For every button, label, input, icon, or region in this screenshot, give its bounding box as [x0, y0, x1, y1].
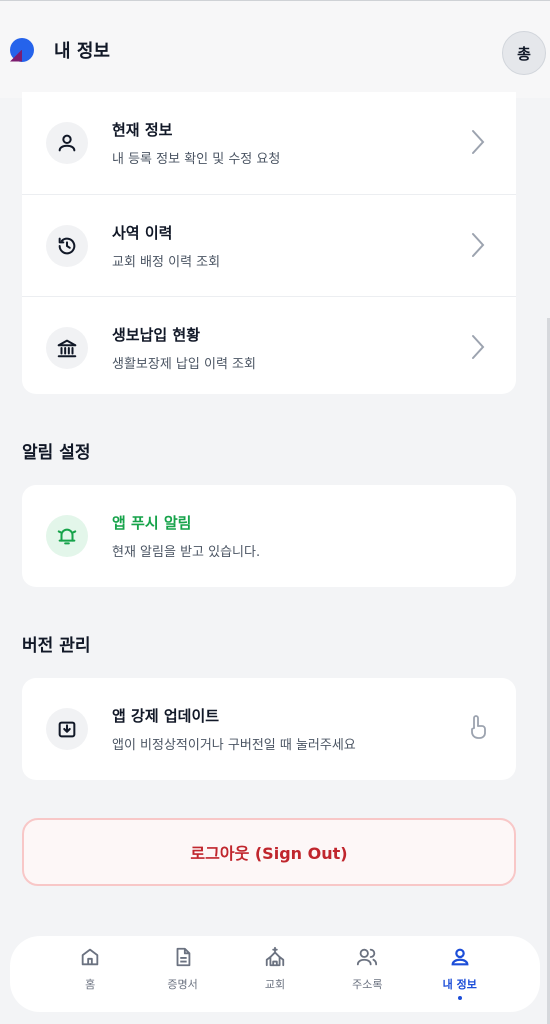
app-logo — [10, 37, 34, 62]
active-indicator-dot — [457, 996, 462, 1000]
nav-item-home[interactable]: 홈 — [58, 942, 122, 992]
section-title-version: 버전 관리 — [22, 636, 91, 656]
force-update-card[interactable]: 앱 강제 업데이트 앱이 비정상적이거나 구버전일 때 눌러주세요 — [22, 678, 516, 780]
home-icon — [79, 942, 101, 972]
account-menu-card: 현재 정보 내 등록 정보 확인 및 수정 요청 사역 이력 교회 배정 이력 … — [22, 92, 516, 394]
nav-item-contacts[interactable]: 주소록 — [335, 942, 399, 992]
nav-label: 내 정보 — [442, 978, 477, 991]
bank-icon — [46, 326, 88, 369]
chevron-right-icon — [472, 233, 485, 257]
menu-item-title: 사역 이력 — [112, 223, 173, 242]
push-notification-card[interactable]: 앱 푸시 알림 현재 알림을 받고 있습니다. — [22, 485, 516, 587]
menu-item-subtitle: 내 등록 정보 확인 및 수정 요청 — [112, 152, 281, 167]
church-icon — [264, 942, 286, 972]
contacts-icon — [355, 942, 379, 972]
tap-hand-icon — [471, 715, 486, 739]
chevron-right-icon — [472, 335, 485, 359]
page: 내 정보 총 현재 정보 내 등록 정보 확인 및 수정 요청 사역 이력 교회… — [0, 0, 550, 1024]
section-title-notifications: 알림 설정 — [22, 443, 91, 463]
menu-item-ministry-history[interactable]: 사역 이력 교회 배정 이력 조회 — [22, 194, 516, 296]
user-icon — [46, 122, 88, 164]
download-icon — [46, 708, 88, 750]
nav-label: 홈 — [85, 978, 96, 991]
menu-item-title: 생보납입 현황 — [112, 325, 201, 344]
nav-label: 주소록 — [352, 978, 383, 991]
push-notification-title: 앱 푸시 알림 — [112, 514, 192, 532]
menu-item-title: 현재 정보 — [112, 121, 173, 139]
force-update-subtitle: 앱이 비정상적이거나 구버전일 때 눌러주세요 — [112, 738, 356, 753]
user-icon — [449, 942, 471, 972]
avatar[interactable]: 총 — [502, 31, 546, 75]
menu-item-subtitle: 생활보장제 납입 이력 조회 — [112, 356, 256, 372]
app-header: 내 정보 총 — [0, 0, 550, 98]
chevron-right-icon — [472, 130, 485, 154]
nav-item-church[interactable]: 교회 — [243, 942, 307, 992]
push-notification-status: 현재 알림을 받고 있습니다. — [112, 545, 261, 560]
nav-label: 증명서 — [167, 978, 198, 991]
bell-ringing-icon — [46, 515, 88, 557]
bottom-nav: 홈 증명서 교회 주소록 내 정보 — [10, 936, 540, 1012]
menu-item-current-info[interactable]: 현재 정보 내 등록 정보 확인 및 수정 요청 — [22, 92, 516, 194]
force-update-row[interactable]: 앱 강제 업데이트 앱이 비정상적이거나 구버전일 때 눌러주세요 — [22, 678, 516, 780]
logout-button[interactable]: 로그아웃 (Sign Out) — [22, 818, 516, 886]
push-notification-row[interactable]: 앱 푸시 알림 현재 알림을 받고 있습니다. — [22, 485, 516, 587]
history-icon — [46, 224, 88, 267]
force-update-title: 앱 강제 업데이트 — [112, 707, 220, 725]
document-icon — [172, 942, 194, 972]
page-title: 내 정보 — [54, 40, 110, 62]
nav-item-certificates[interactable]: 증명서 — [151, 942, 215, 992]
nav-item-my-info[interactable]: 내 정보 — [428, 942, 492, 1000]
nav-label: 교회 — [264, 978, 286, 991]
menu-item-subtitle: 교회 배정 이력 조회 — [112, 254, 221, 270]
menu-item-payment-status[interactable]: 생보납입 현황 생활보장제 납입 이력 조회 — [22, 296, 516, 398]
